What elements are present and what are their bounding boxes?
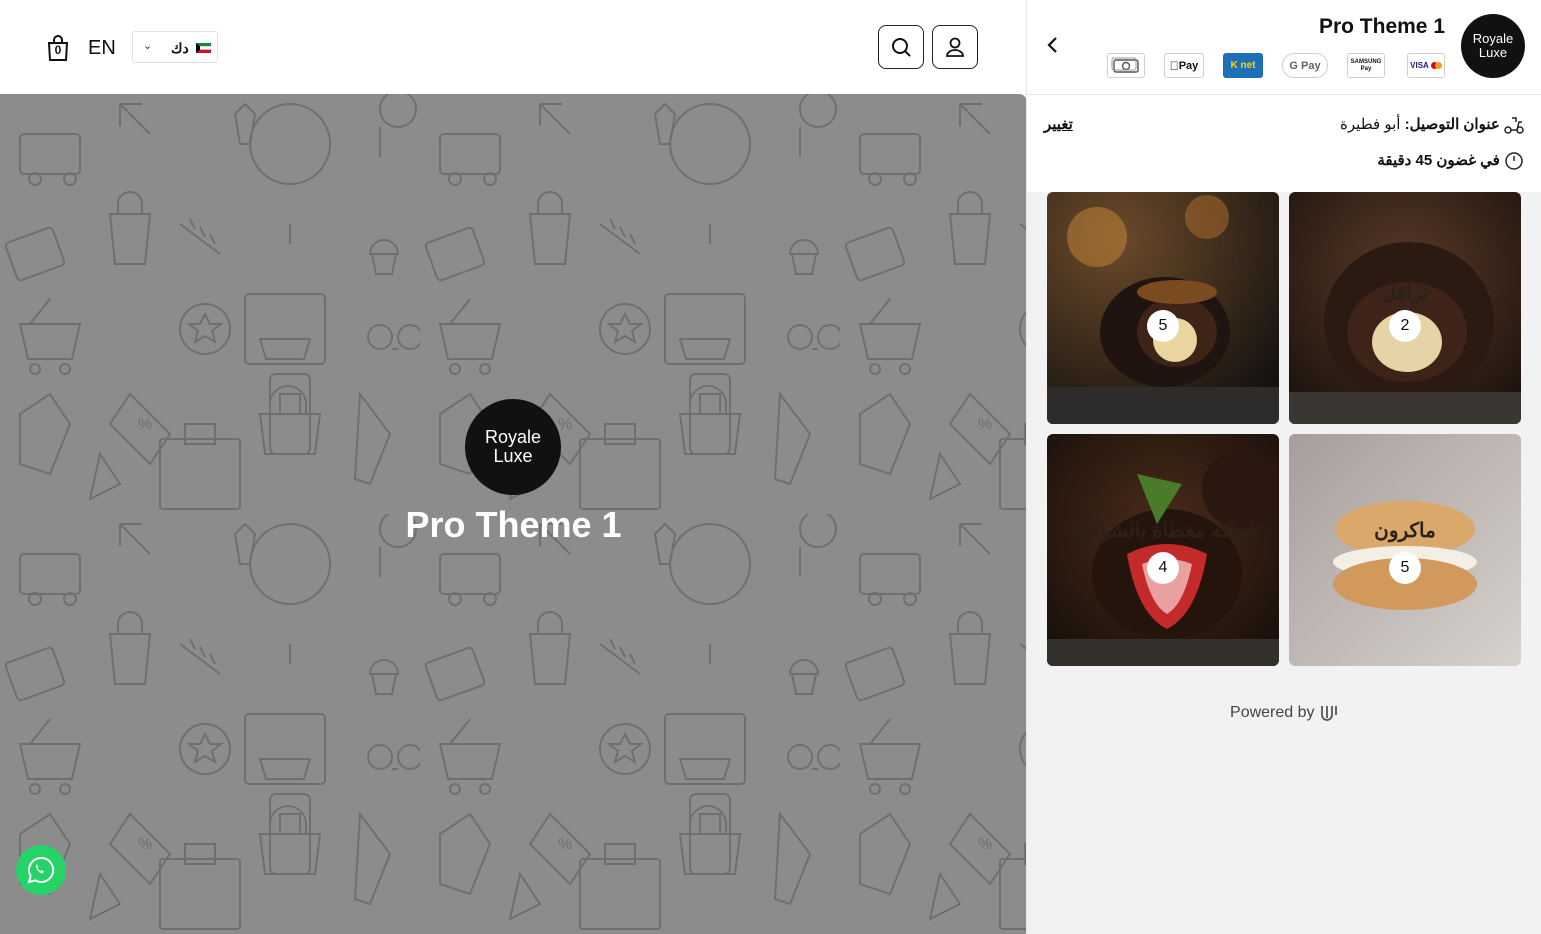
upay-logo-icon xyxy=(1321,706,1337,721)
scooter-icon xyxy=(1504,117,1524,134)
kuwait-flag-icon xyxy=(196,43,211,53)
category-count-badge: 5 xyxy=(1389,552,1421,584)
chevron-down-icon: ⌄ xyxy=(143,40,153,52)
cash-icon xyxy=(1107,53,1145,78)
category-card-bonbon[interactable]: 5 xyxy=(1047,192,1279,424)
hero-logo-line1: Royale xyxy=(484,427,542,447)
delivery-time-text: في غضون 45 دقيقة xyxy=(1377,152,1500,169)
delivery-address: عنوان التوصيل: أبو فطيرة xyxy=(1340,115,1524,134)
store-header: Pro Theme 1 Royale Luxe VISA SAMSUNG Pay… xyxy=(1027,0,1541,95)
language-switch[interactable]: EN xyxy=(88,37,116,60)
store-side-panel: Pro Theme 1 Royale Luxe VISA SAMSUNG Pay… xyxy=(1026,0,1541,934)
category-count-badge: 2 xyxy=(1389,310,1421,342)
samsung-pay-icon: SAMSUNG Pay xyxy=(1347,53,1385,78)
chocolate-strawberry-image xyxy=(1047,434,1279,666)
powered-by-footer: Powered by xyxy=(1027,704,1541,722)
search-button[interactable] xyxy=(878,25,924,69)
hero-title: Pro Theme 1 xyxy=(405,504,622,545)
category-count-badge: 5 xyxy=(1147,310,1179,342)
top-header: 0 EN ⌄ دك xyxy=(0,0,1026,94)
hero-banner: % Royale Luxe Pro Theme 1 xyxy=(0,94,1027,934)
hero-logo-line2: Luxe xyxy=(493,446,533,466)
chevron-left-icon[interactable] xyxy=(1041,33,1065,57)
cart-button[interactable]: 0 xyxy=(45,34,71,62)
powered-by-text: Powered by xyxy=(1230,704,1315,722)
bonbon-image xyxy=(1047,192,1279,424)
address-label: عنوان التوصيل: xyxy=(1404,116,1500,133)
category-name: ترافل xyxy=(1381,282,1429,304)
store-logo-line1: Royale xyxy=(1472,31,1514,46)
apple-pay-icon: Pay xyxy=(1164,53,1204,78)
category-card-macaron[interactable]: ماكرون 5 xyxy=(1289,434,1521,666)
currency-value: دك xyxy=(171,40,189,56)
category-count-badge: 4 xyxy=(1147,552,1179,584)
page-root: 0 EN ⌄ دك Royale Luxe Pro Theme 1 Pro Th… xyxy=(0,0,1541,934)
change-address-link[interactable]: تغيير xyxy=(1044,115,1073,133)
category-card-truffle[interactable]: ترافل 2 xyxy=(1289,192,1521,424)
category-name: ماكرون xyxy=(1374,520,1436,542)
store-name: Pro Theme 1 xyxy=(1318,15,1445,38)
clock-icon xyxy=(1505,152,1523,170)
knet-icon: K net xyxy=(1223,53,1263,78)
user-icon xyxy=(946,37,964,57)
currency-select[interactable]: ⌄ دك xyxy=(132,31,218,63)
delivery-info: تغيير عنوان التوصيل: أبو فطيرة في غضون 4… xyxy=(1027,95,1541,192)
whatsapp-icon xyxy=(27,856,55,884)
account-button[interactable] xyxy=(932,25,978,69)
hero-logo: Royale Luxe xyxy=(465,399,561,495)
delivery-time: في غضون 45 دقيقة xyxy=(1377,151,1524,171)
cart-count: 0 xyxy=(54,43,62,57)
category-name: فواكه مغطاة بالشوكولا xyxy=(1069,520,1257,542)
address-value: أبو فطيرة xyxy=(1340,116,1401,133)
whatsapp-button[interactable] xyxy=(16,845,66,895)
google-pay-icon: G Pay xyxy=(1282,53,1328,78)
macaron-image xyxy=(1289,434,1521,666)
category-card-chocolate-fruits[interactable]: فواكه مغطاة بالشوكولا 4 xyxy=(1047,434,1279,666)
store-logo: Royale Luxe xyxy=(1461,14,1525,78)
search-icon xyxy=(892,38,911,57)
store-logo-line2: Luxe xyxy=(1478,45,1508,60)
visa-mastercard-icon: VISA xyxy=(1407,53,1445,78)
truffle-image xyxy=(1289,192,1521,424)
